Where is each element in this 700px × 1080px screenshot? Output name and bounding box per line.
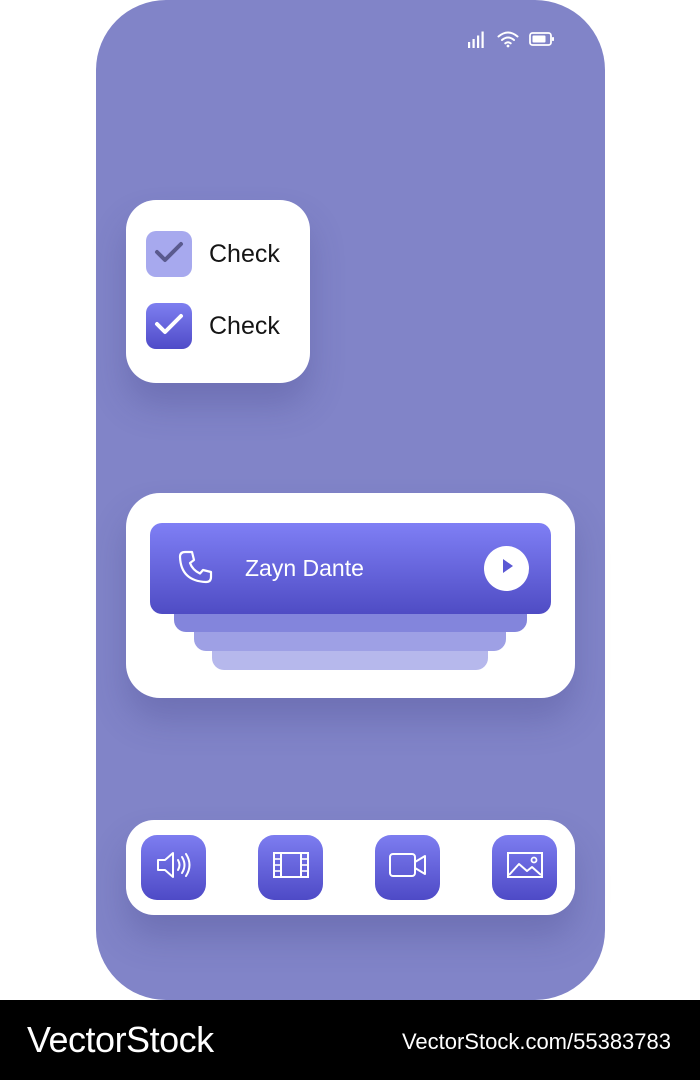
checkmark-icon [154,240,184,269]
film-icon [272,850,310,885]
caller-name: Zayn Dante [245,555,364,581]
checkbox-label: Check [209,311,280,340]
film-button[interactable] [258,835,323,900]
phone-screen: Check Check Zayn Dante [96,0,605,1000]
watermark-brand: VectorStock [27,1019,214,1060]
checkbox-soft[interactable] [146,231,192,277]
speaker-icon [155,848,193,887]
video-button[interactable] [375,835,440,900]
checkbox-row[interactable]: Check [146,231,280,277]
battery-icon [529,31,555,47]
checkbox-strong[interactable] [146,303,192,349]
signal-icon [467,30,487,48]
image-icon [506,850,544,885]
app-dock [126,820,575,915]
checkbox-label: Check [209,239,280,268]
gallery-button[interactable] [492,835,557,900]
status-bar [467,28,555,50]
watermark-bar: VectorStock VectorStock.com/55383783 [0,1000,700,1080]
play-icon [498,557,516,580]
call-card: Zayn Dante [126,493,575,698]
video-camera-icon [388,851,428,884]
checkbox-card: Check Check [126,200,310,383]
sound-button[interactable] [141,835,206,900]
incoming-call-bar[interactable]: Zayn Dante [150,523,551,614]
phone-icon [176,549,214,592]
play-button[interactable] [484,546,529,591]
watermark-image-id: VectorStock.com/55383783 [401,1029,671,1054]
checkmark-icon [154,312,184,341]
checkbox-row[interactable]: Check [146,303,280,349]
wifi-icon [497,30,519,48]
